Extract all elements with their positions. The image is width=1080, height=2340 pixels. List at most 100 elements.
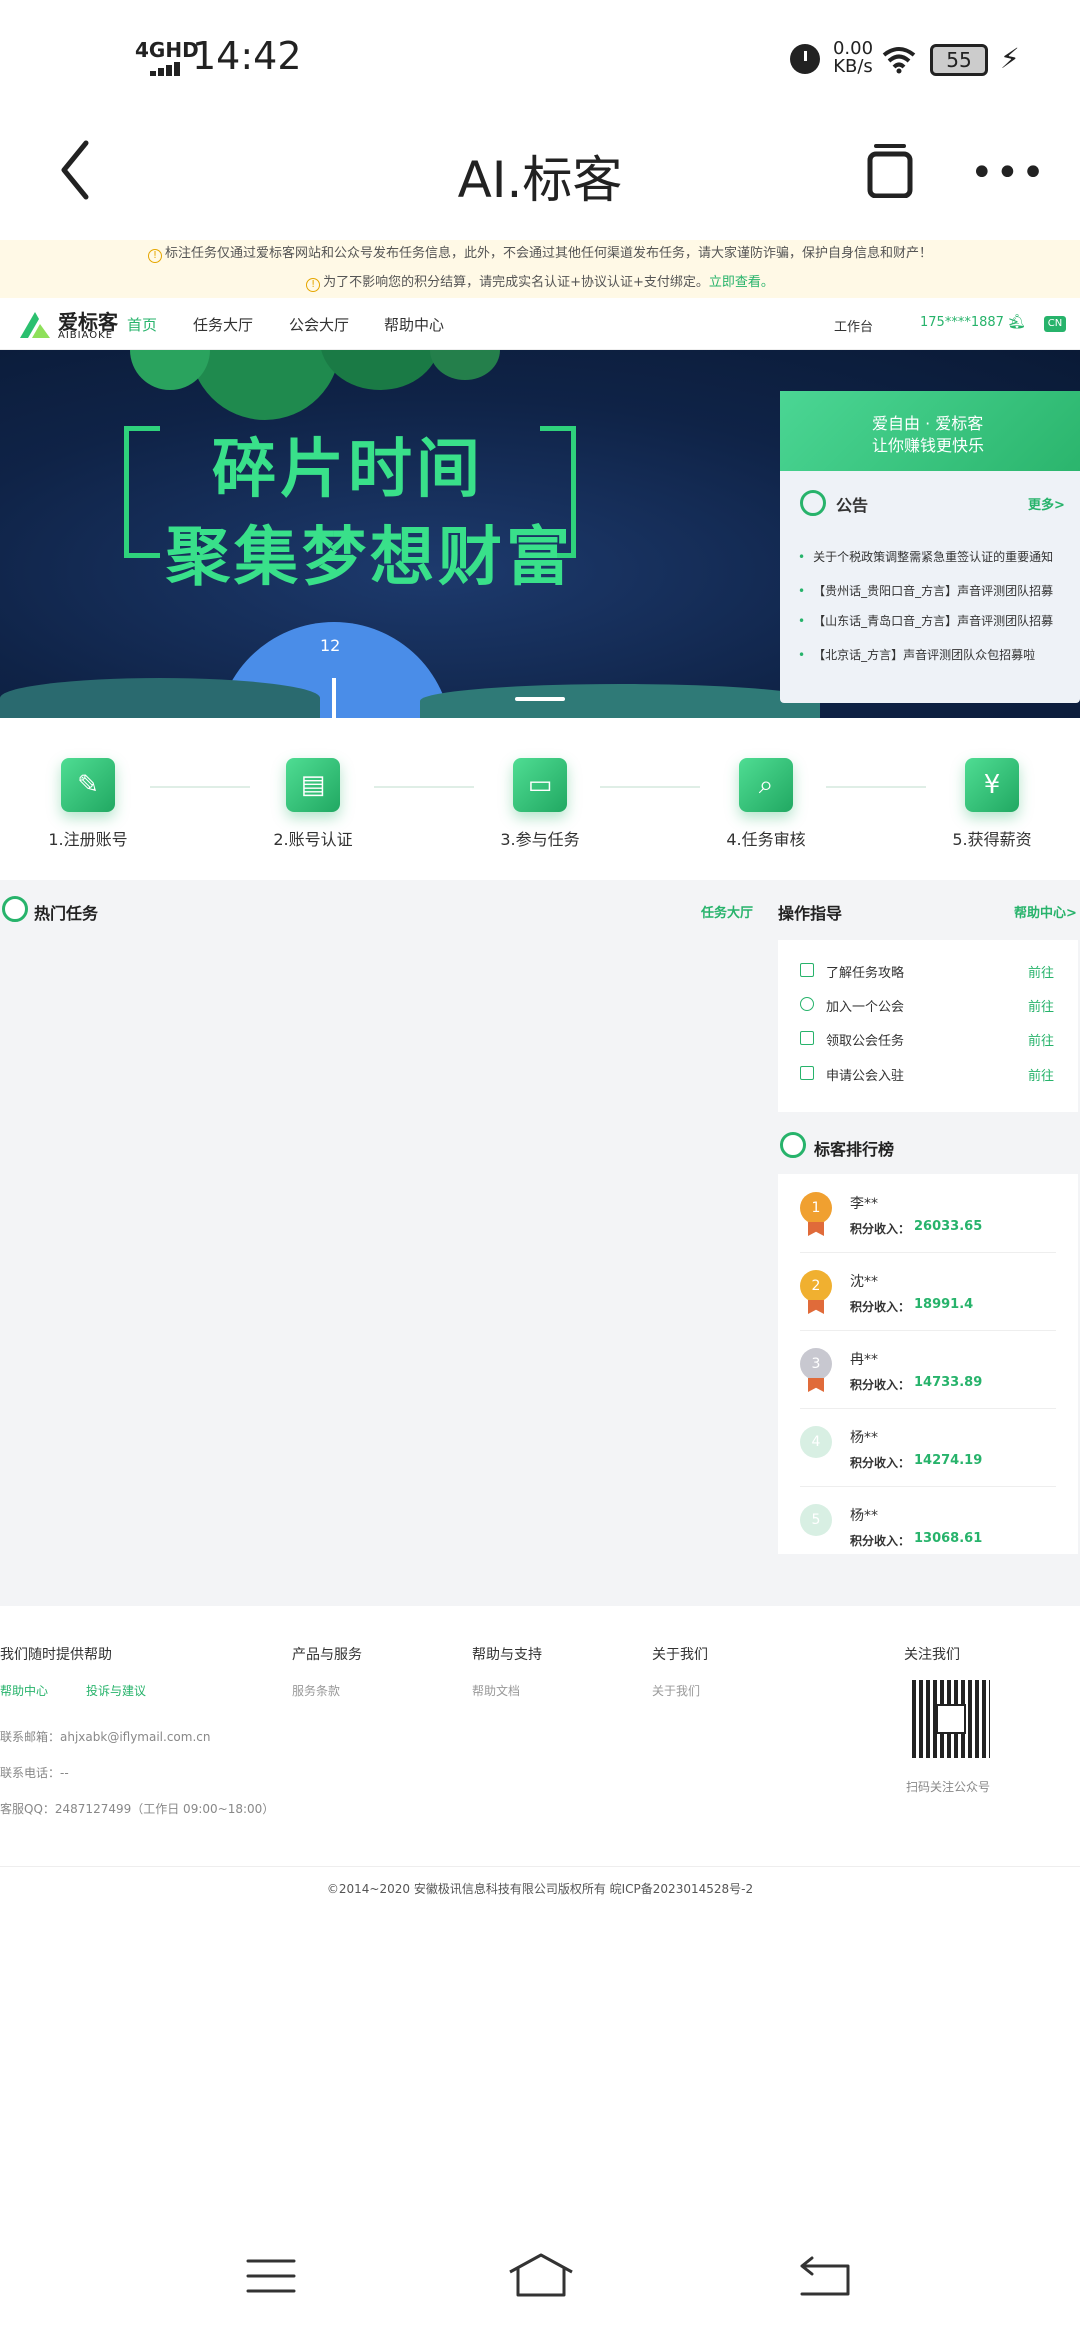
slogan-line2: 让你赚钱更快乐 — [872, 436, 985, 455]
footer-support-title: 帮助与支持 — [472, 1647, 542, 1663]
footer-help-center-link[interactable]: 帮助中心 — [0, 1682, 48, 1699]
banner-subheadline: 聚集梦想财富 — [166, 521, 574, 595]
contact-email: 联系邮箱：ahjxabk@iflymail.com.cn — [0, 1730, 211, 1744]
thumbs-up-icon — [2, 896, 28, 922]
rank-name: 杨** — [850, 1508, 878, 1524]
language-badge[interactable]: CN — [1044, 316, 1066, 332]
battery-indicator: 55 — [930, 44, 988, 76]
income-value: 18991.4 — [914, 1297, 974, 1312]
guide-item-label: 加入一个公会 — [826, 1000, 905, 1015]
windows-icon[interactable] — [866, 140, 916, 198]
site-nav — [0, 298, 1080, 350]
charging-icon: ⚡ — [1000, 42, 1020, 75]
income-label: 积分收入： — [850, 1300, 911, 1314]
slogan-line1: 爱自由 · 爱标客 — [872, 414, 984, 433]
carousel-indicator[interactable] — [515, 697, 565, 701]
page-title: AI.标客 — [457, 151, 623, 209]
bell-icon[interactable]: 🔔︎ — [1008, 314, 1026, 330]
footer-terms-link[interactable]: 服务条款 — [292, 1682, 340, 1699]
magnifier-icon: ⌕ — [739, 758, 793, 812]
footer-docs-link[interactable]: 帮助文档 — [472, 1682, 520, 1699]
feather-icon: ✎ — [61, 758, 115, 812]
rank-badge: 4 — [800, 1426, 832, 1458]
guide-item-label: 申请公会入驻 — [826, 1069, 905, 1084]
help-center-link[interactable]: 帮助中心> — [1014, 902, 1077, 921]
income-value: 14274.19 — [914, 1453, 983, 1468]
footer-products-title: 产品与服务 — [292, 1647, 362, 1663]
ranking-title: 标客排行榜 — [814, 1140, 895, 1159]
notice-text: 标注任务仅通过爱标客网站和公众号发布任务信息，此外，不会通过其他任何渠道发布任务… — [164, 246, 932, 261]
step-label: 1.注册账号 — [48, 830, 128, 849]
announcement-item[interactable]: 【北京话_方言】声音评测团队众包招募啦 — [798, 646, 1060, 663]
network-type: 4GHD — [135, 38, 199, 62]
contact-qq: 客服QQ：2487127499（工作日 09:00~18:00） — [0, 1802, 275, 1816]
medal-icon: 3 — [800, 1348, 832, 1380]
logo-mark-icon — [20, 312, 50, 338]
warning-icon: ! — [147, 249, 162, 263]
step-label: 2.账号认证 — [273, 830, 353, 849]
printer-icon: ▭ — [513, 758, 567, 812]
guide-go-link[interactable]: 前往 — [1028, 962, 1054, 981]
menu-icon[interactable] — [246, 2258, 296, 2294]
step-label: 3.参与任务 — [500, 830, 580, 849]
guide-item-label: 了解任务攻略 — [826, 966, 905, 981]
user-add-icon — [800, 997, 814, 1011]
rank-name: 杨** — [850, 1430, 878, 1446]
income-label: 积分收入： — [850, 1222, 911, 1236]
nav-help-center[interactable]: 帮助中心 — [384, 314, 444, 335]
footer-about-title: 关于我们 — [652, 1647, 708, 1663]
list-icon — [800, 1031, 814, 1045]
copyright-text: ©2014~2020 安徽极讯信息科技有限公司版权所有 皖ICP备2023014… — [326, 1882, 754, 1896]
user-account-link[interactable]: 175****1887 > — [920, 315, 1019, 330]
guide-item-label: 领取公会任务 — [826, 1034, 905, 1049]
more-options-icon[interactable]: ••• — [970, 150, 1047, 196]
signal-icon — [150, 62, 190, 76]
announcement-title: 公告 — [836, 496, 869, 515]
chat-icon — [780, 1132, 806, 1158]
qr-logo — [936, 1704, 966, 1734]
notice-banner-fraud: ! 标注任务仅通过爱标客网站和公众号发布任务信息，此外，不会通过其他任何渠道发布任… — [0, 240, 1080, 268]
medal-icon: 2 — [800, 1270, 832, 1302]
home-icon[interactable] — [506, 2252, 576, 2298]
announcement-item[interactable]: 【山东话_青岛口音_方言】声音评测团队招募 — [798, 612, 1060, 629]
footer-follow-title: 关注我们 — [904, 1647, 960, 1663]
clock-number: 12 — [320, 636, 341, 655]
income-label: 积分收入： — [850, 1456, 911, 1470]
id-card-icon: ▤ — [286, 758, 340, 812]
nav-home[interactable]: 首页 — [127, 314, 157, 335]
announcement-item[interactable]: 关于个税政策调整需紧急重签认证的重要通知 — [798, 548, 1060, 565]
contact-phone: 联系电话：-- — [0, 1766, 69, 1780]
income-value: 26033.65 — [914, 1219, 983, 1234]
footer-feedback-link[interactable]: 投诉与建议 — [86, 1682, 146, 1699]
network-speed: 0.00 KB/s — [828, 40, 878, 76]
announcement-item[interactable]: 【贵州话_贵阳口音_方言】声音评测团队招募 — [798, 582, 1060, 599]
back-icon[interactable] — [798, 2254, 852, 2296]
logo-subtext: AIBIAOKE — [58, 330, 114, 341]
rank-name: 沈** — [850, 1274, 878, 1290]
nav-task-hall[interactable]: 任务大厅 — [193, 314, 253, 335]
task-hall-link[interactable]: 任务大厅 — [701, 902, 753, 921]
notice-text: 为了不影响您的积分结算，请完成实名认证+协议认证+支付绑定。 — [323, 275, 709, 290]
hot-tasks-title: 热门任务 — [34, 904, 99, 923]
yen-book-icon: ¥ — [965, 758, 1019, 812]
wifi-icon — [882, 47, 916, 74]
rank-name: 冉** — [850, 1352, 878, 1368]
footer-about-link[interactable]: 关于我们 — [652, 1682, 700, 1699]
step-label: 4.任务审核 — [726, 830, 806, 849]
footer-help-title: 我们随时提供帮助 — [0, 1647, 112, 1663]
income-label: 积分收入： — [850, 1378, 911, 1392]
speaker-icon — [800, 490, 826, 516]
income-value: 14733.89 — [914, 1375, 983, 1390]
workbench-link[interactable]: 工作台 — [834, 316, 873, 335]
view-now-link[interactable]: 立即查看。 — [709, 275, 774, 290]
announcement-more-link[interactable]: 更多> — [1028, 494, 1065, 513]
guide-go-link[interactable]: 前往 — [1028, 1065, 1054, 1084]
guide-go-link[interactable]: 前往 — [1028, 1030, 1054, 1049]
nav-guild-hall[interactable]: 公会大厅 — [289, 314, 349, 335]
edit-icon — [800, 1066, 814, 1080]
status-time: 14:42 — [192, 34, 302, 78]
income-value: 13068.61 — [914, 1531, 983, 1546]
warning-icon: ! — [306, 278, 321, 292]
guide-go-link[interactable]: 前往 — [1028, 996, 1054, 1015]
banner-headline: 碎片时间 — [212, 433, 484, 507]
